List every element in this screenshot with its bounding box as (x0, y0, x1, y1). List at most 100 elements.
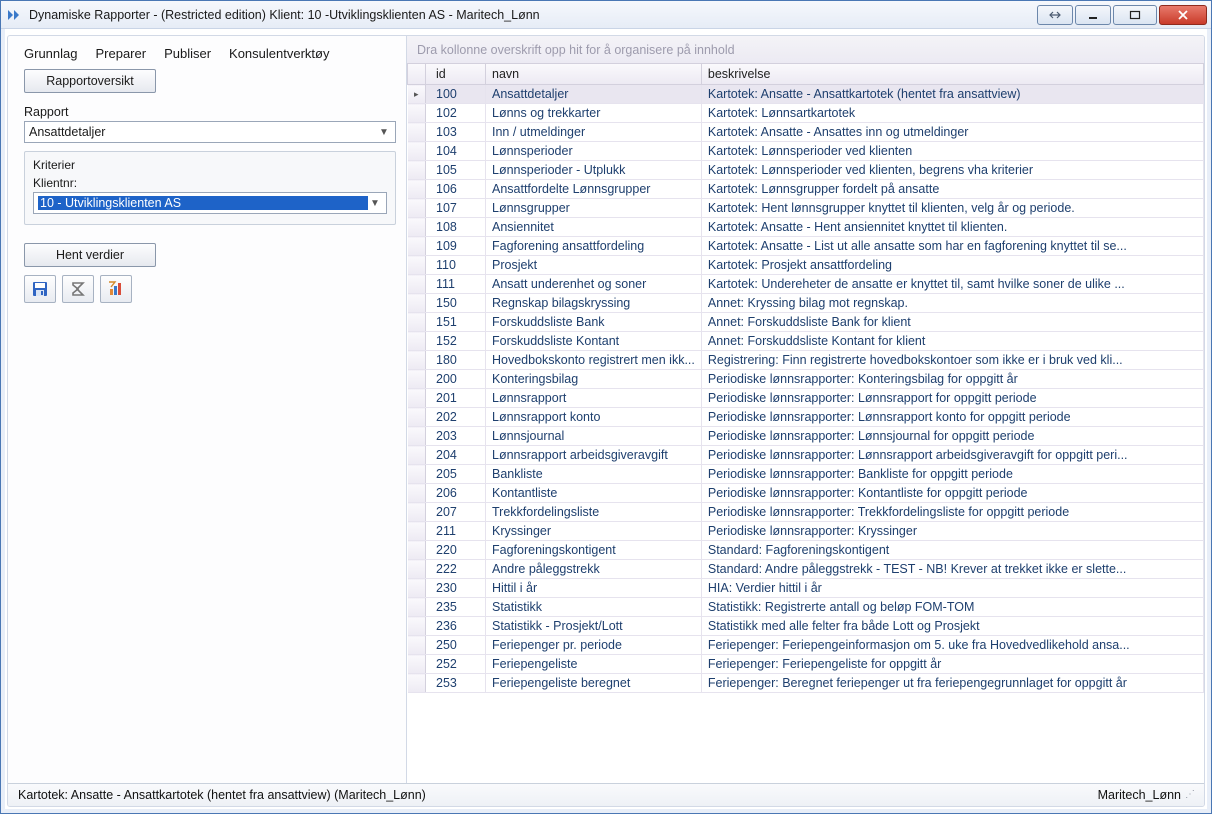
hent-verdier-button[interactable]: Hent verdier (24, 243, 156, 267)
cell-navn: Ansattdetaljer (486, 85, 702, 104)
table-row[interactable]: 206KontantlistePeriodiske lønnsrapporter… (408, 484, 1204, 503)
table-row[interactable]: 109Fagforening ansattfordelingKartotek: … (408, 237, 1204, 256)
cell-id: 100 (426, 85, 486, 104)
col-header-id[interactable]: id (426, 64, 486, 85)
table-row[interactable]: 203LønnsjournalPeriodiske lønnsrapporter… (408, 427, 1204, 446)
table-row[interactable]: ▸100AnsattdetaljerKartotek: Ansatte - An… (408, 85, 1204, 104)
klientnr-combo[interactable]: 10 - Utviklingsklienten AS ▼ (33, 192, 387, 214)
save-icon-button[interactable] (24, 275, 56, 303)
cell-beskrivelse: Statistikk: Registrerte antall og beløp … (701, 598, 1203, 617)
table-row[interactable]: 111Ansatt underenhet og sonerKartotek: U… (408, 275, 1204, 294)
cell-id: 151 (426, 313, 486, 332)
table-row[interactable]: 220FagforeningskontigentStandard: Fagfor… (408, 541, 1204, 560)
table-row[interactable]: 205BanklistePeriodiske lønnsrapporter: B… (408, 465, 1204, 484)
menu-konsulentverktoy[interactable]: Konsulentverktøy (229, 46, 329, 61)
table-row[interactable]: 150Regnskap bilagskryssingAnnet: Kryssin… (408, 294, 1204, 313)
cell-beskrivelse: Kartotek: Lønnsperioder ved klienten, be… (701, 161, 1203, 180)
cell-id: 201 (426, 389, 486, 408)
table-row[interactable]: 250Feriepenger pr. periodeFeriepenger: F… (408, 636, 1204, 655)
cell-navn: Fagforeningskontigent (486, 541, 702, 560)
cell-beskrivelse: Feriepenger: Beregnet feriepenger ut fra… (701, 674, 1203, 693)
cell-beskrivelse: Feriepenger: Feriepengeliste for oppgitt… (701, 655, 1203, 674)
rapport-combo[interactable]: Ansattdetaljer ▼ (24, 121, 396, 143)
cell-beskrivelse: Kartotek: Lønnsgrupper fordelt på ansatt… (701, 180, 1203, 199)
cell-navn: Lønnsrapport konto (486, 408, 702, 427)
cell-beskrivelse: Kartotek: Ansatte - Ansattes inn og utme… (701, 123, 1203, 142)
table-row[interactable]: 102Lønns og trekkarterKartotek: Lønnsart… (408, 104, 1204, 123)
table-row[interactable]: 252FeriepengelisteFeriepenger: Feriepeng… (408, 655, 1204, 674)
col-header-navn[interactable]: navn (486, 64, 702, 85)
right-pane: Dra kollonne overskrift opp hit for å or… (406, 36, 1204, 783)
table-row[interactable]: 103Inn / utmeldingerKartotek: Ansatte - … (408, 123, 1204, 142)
table-row[interactable]: 152Forskuddsliste KontantAnnet: Forskudd… (408, 332, 1204, 351)
app-icon (7, 7, 23, 23)
table-row[interactable]: 230Hittil i årHIA: Verdier hittil i år (408, 579, 1204, 598)
cell-navn: Kryssinger (486, 522, 702, 541)
row-indicator (408, 123, 426, 142)
kriterier-label: Kriterier (33, 158, 387, 172)
cell-navn: Lønnsrapport arbeidsgiveravgift (486, 446, 702, 465)
row-indicator (408, 218, 426, 237)
table-row[interactable]: 235StatistikkStatistikk: Registrerte ant… (408, 598, 1204, 617)
table-row[interactable]: 105Lønnsperioder - UtplukkKartotek: Lønn… (408, 161, 1204, 180)
cell-beskrivelse: HIA: Verdier hittil i år (701, 579, 1203, 598)
cell-id: 110 (426, 256, 486, 275)
cell-beskrivelse: Kartotek: Lønnsartkartotek (701, 104, 1203, 123)
cell-navn: Bankliste (486, 465, 702, 484)
klientnr-combo-value: 10 - Utviklingsklienten AS (38, 196, 368, 210)
resize-grip-icon[interactable]: ⋰ (1185, 789, 1194, 800)
table-row[interactable]: 107LønnsgrupperKartotek: Hent lønnsgrupp… (408, 199, 1204, 218)
table-row[interactable]: 204Lønnsrapport arbeidsgiveravgiftPeriod… (408, 446, 1204, 465)
table-row[interactable]: 222Andre påleggstrekkStandard: Andre pål… (408, 560, 1204, 579)
close-button[interactable] (1159, 5, 1207, 25)
col-header-beskrivelse[interactable]: beskrivelse (701, 64, 1203, 85)
table-row[interactable]: 106Ansattfordelte LønnsgrupperKartotek: … (408, 180, 1204, 199)
table-row[interactable]: 207TrekkfordelingslistePeriodiske lønnsr… (408, 503, 1204, 522)
klientnr-label: Klientnr: (33, 176, 387, 190)
table-row[interactable]: 108AnsiennitetKartotek: Ansatte - Hent a… (408, 218, 1204, 237)
statusbar-right: Maritech_Lønn (1098, 788, 1181, 802)
row-indicator (408, 617, 426, 636)
cell-navn: Hittil i år (486, 579, 702, 598)
table-row[interactable]: 151Forskuddsliste BankAnnet: Forskuddsli… (408, 313, 1204, 332)
chevron-down-icon: ▼ (377, 127, 391, 138)
cell-id: 250 (426, 636, 486, 655)
menu-publiser[interactable]: Publiser (164, 46, 211, 61)
row-indicator (408, 674, 426, 693)
table-row[interactable]: 200KonteringsbilagPeriodiske lønnsrappor… (408, 370, 1204, 389)
row-indicator (408, 161, 426, 180)
toolbar-icons (24, 275, 396, 303)
group-by-strip[interactable]: Dra kollonne overskrift opp hit for å or… (407, 36, 1204, 64)
window-help-button[interactable] (1037, 5, 1073, 25)
menu-preparer[interactable]: Preparer (95, 46, 146, 61)
sum-icon-button[interactable] (62, 275, 94, 303)
table-row[interactable]: 180Hovedbokskonto registrert men ikk...R… (408, 351, 1204, 370)
titlebar[interactable]: Dynamiske Rapporter - (Restricted editio… (1, 1, 1211, 29)
table-row[interactable]: 211KryssingerPeriodiske lønnsrapporter: … (408, 522, 1204, 541)
cell-navn: Lønnsperioder - Utplukk (486, 161, 702, 180)
chart-icon-button[interactable] (100, 275, 132, 303)
cell-beskrivelse: Periodiske lønnsrapporter: Bankliste for… (701, 465, 1203, 484)
table-row[interactable]: 202Lønnsrapport kontoPeriodiske lønnsrap… (408, 408, 1204, 427)
cell-beskrivelse: Periodiske lønnsrapporter: Kryssinger (701, 522, 1203, 541)
maximize-button[interactable] (1113, 5, 1157, 25)
cell-beskrivelse: Annet: Kryssing bilag mot regnskap. (701, 294, 1203, 313)
table-row[interactable]: 201LønnsrapportPeriodiske lønnsrapporter… (408, 389, 1204, 408)
menu-grunnlag[interactable]: Grunnlag (24, 46, 77, 61)
rapportoversikt-button[interactable]: Rapportoversikt (24, 69, 156, 93)
grid-scroll[interactable]: id navn beskrivelse ▸100AnsattdetaljerKa… (407, 64, 1204, 783)
table-row[interactable]: 104LønnsperioderKartotek: Lønnsperioder … (408, 142, 1204, 161)
minimize-button[interactable] (1075, 5, 1111, 25)
cell-beskrivelse: Periodiske lønnsrapporter: Trekkfordelin… (701, 503, 1203, 522)
cell-navn: Trekkfordelingsliste (486, 503, 702, 522)
cell-navn: Forskuddsliste Kontant (486, 332, 702, 351)
cell-id: 203 (426, 427, 486, 446)
cell-beskrivelse: Kartotek: Hent lønnsgrupper knyttet til … (701, 199, 1203, 218)
row-indicator (408, 370, 426, 389)
cell-id: 205 (426, 465, 486, 484)
table-row[interactable]: 236Statistikk - Prosjekt/LottStatistikk … (408, 617, 1204, 636)
table-row[interactable]: 110ProsjektKartotek: Prosjekt ansattford… (408, 256, 1204, 275)
cell-navn: Feriepenger pr. periode (486, 636, 702, 655)
table-row[interactable]: 253Feriepengeliste beregnetFeriepenger: … (408, 674, 1204, 693)
cell-beskrivelse: Periodiske lønnsrapporter: Konteringsbil… (701, 370, 1203, 389)
